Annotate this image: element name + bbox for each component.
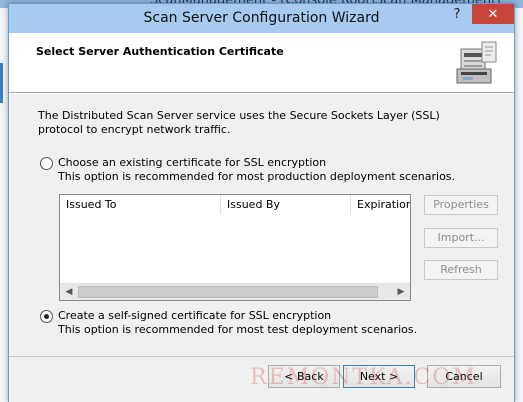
page-title: Select Server Authentication Certificate [36, 45, 284, 58]
watermark: REMONTKA.COM [250, 365, 477, 390]
self-signed-certificate-description: This option is recommended for most test… [58, 323, 418, 336]
option-existing-certificate[interactable]: Choose an existing certificate for SSL e… [40, 156, 455, 184]
horizontal-scrollbar[interactable]: ◀ ▶ [60, 283, 410, 300]
close-button[interactable]: ✕ [472, 4, 514, 24]
self-signed-certificate-label: Create a self-signed certificate for SSL… [58, 309, 332, 322]
option-self-signed-certificate[interactable]: Create a self-signed certificate for SSL… [40, 309, 417, 337]
existing-certificate-description: This option is recommended for most prod… [58, 170, 456, 183]
existing-certificate-radio[interactable] [40, 157, 53, 170]
certificate-list[interactable]: Issued To Issued By Expiration D ◀ ▶ [59, 194, 411, 301]
properties-button[interactable]: Properties [424, 195, 498, 215]
help-icon: ? [453, 6, 461, 22]
scrollbar-thumb[interactable] [78, 286, 378, 298]
self-signed-certificate-radio[interactable] [40, 310, 53, 323]
column-issued-to[interactable]: Issued To [60, 195, 221, 214]
help-button[interactable]: ? [443, 4, 471, 24]
import-button[interactable]: Import... [424, 228, 498, 248]
wizard-body: The Distributed Scan Server service uses… [9, 94, 514, 356]
window-title: Scan Server Configuration Wizard [143, 10, 380, 26]
background-selection-mark [0, 63, 3, 103]
scan-server-configuration-wizard: Scan Server Configuration Wizard ? ✕ Sel… [8, 3, 515, 402]
server-printer-icon [456, 41, 497, 84]
column-expiration-date[interactable]: Expiration D [351, 195, 410, 214]
column-issued-by[interactable]: Issued By [221, 195, 351, 214]
existing-certificate-label: Choose an existing certificate for SSL e… [58, 156, 327, 169]
close-icon: ✕ [487, 6, 499, 22]
title-bar: Scan Server Configuration Wizard ? ✕ [9, 4, 514, 33]
refresh-button[interactable]: Refresh [424, 260, 498, 280]
certificate-list-header: Issued To Issued By Expiration D [60, 195, 410, 214]
intro-text: The Distributed Scan Server service uses… [38, 109, 440, 136]
wizard-header: Select Server Authentication Certificate [9, 33, 514, 93]
scroll-right-icon[interactable]: ▶ [393, 284, 409, 300]
scroll-left-icon[interactable]: ◀ [61, 284, 77, 300]
